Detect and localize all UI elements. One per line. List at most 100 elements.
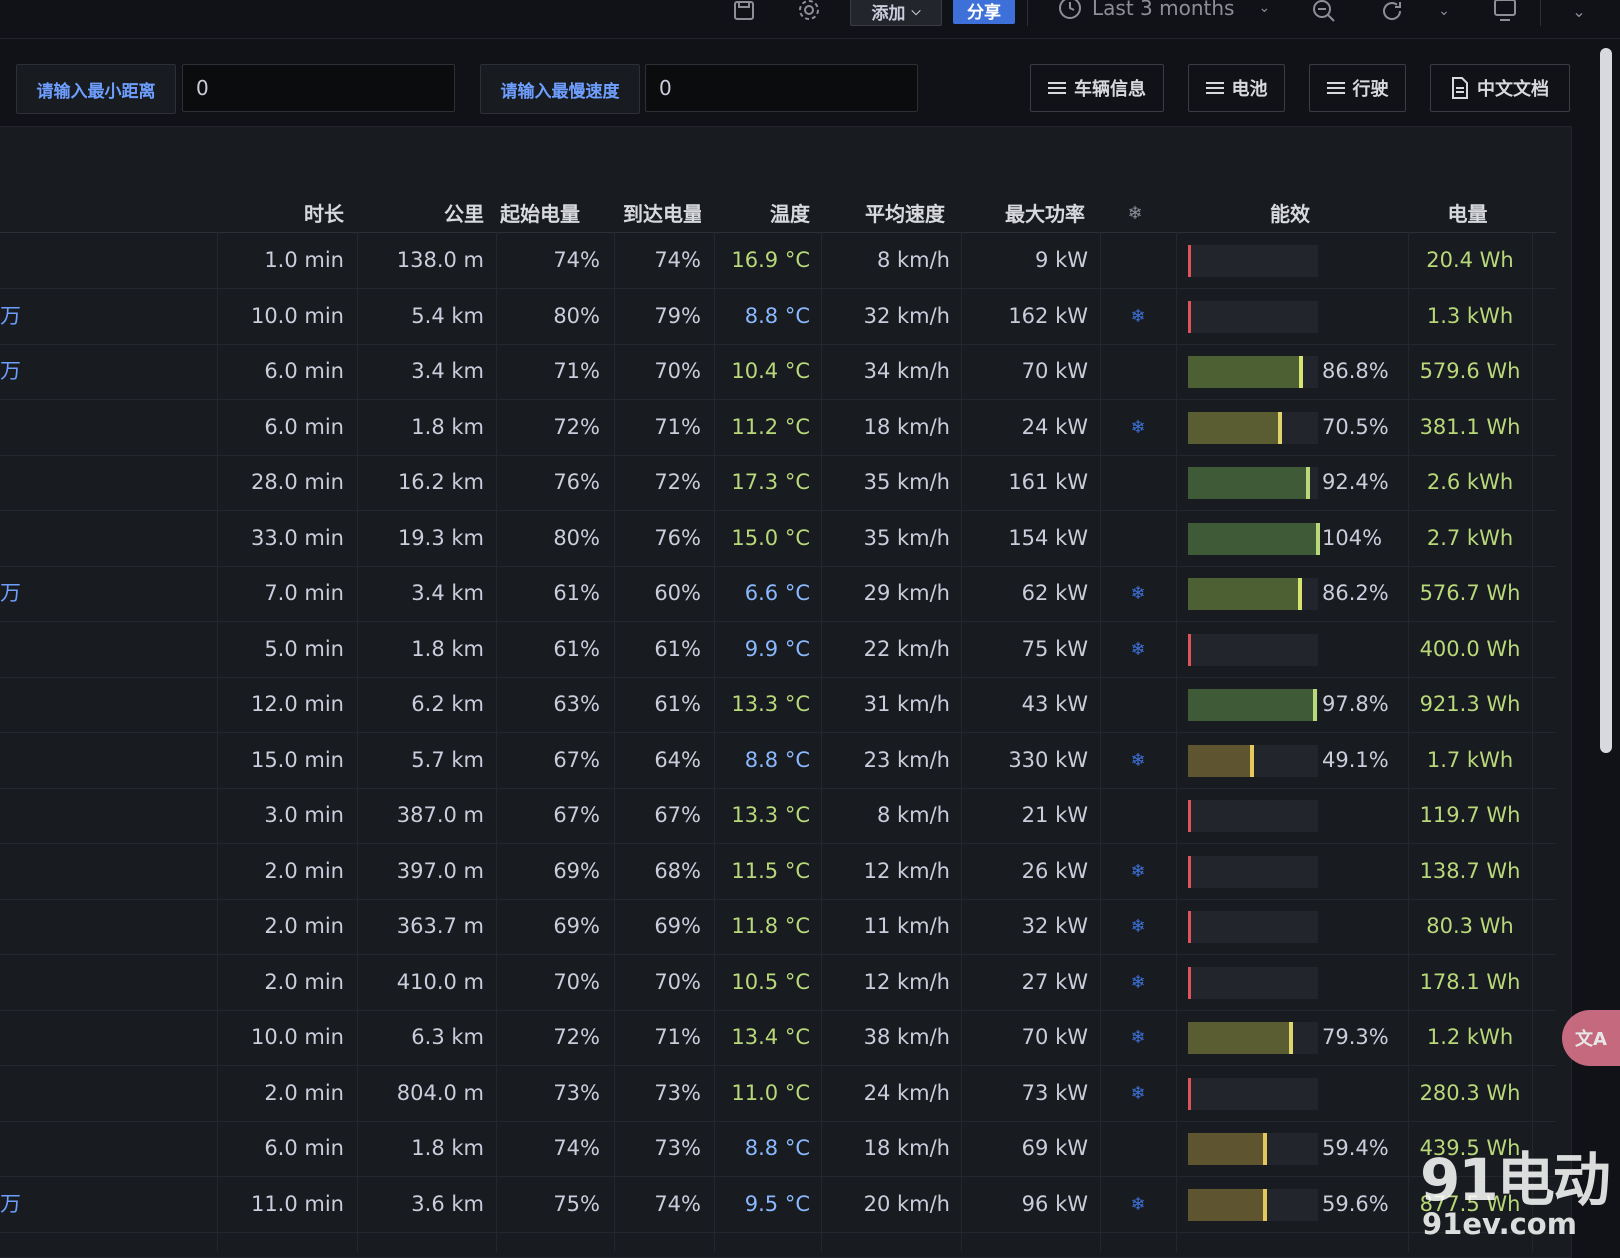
efficiency-gauge-marker [1188, 800, 1191, 832]
battery-link[interactable]: 电池 [1188, 64, 1285, 112]
distance-cell: 6.3 km [411, 1025, 484, 1049]
table-row[interactable]: 15.0 min 5.7 km 67% 64% 8.8 °C 23 km/h 330 kW 1… [0, 733, 1556, 789]
temperature-cell: 17.3 °C [731, 470, 810, 494]
energy-cell: 119.7 Wh [1419, 803, 1521, 827]
header-temperature[interactable]: 温度 [730, 194, 810, 234]
ac-snowflake-icon: ❄ [1130, 583, 1146, 604]
energy-cell: 2.7 kWh [1426, 525, 1514, 550]
drive-link-cell[interactable]: 万 [0, 344, 30, 399]
table-row[interactable]: 万 10.0 min 5.4 km 80% 79% 8.8 °C 32 km/h 162 kW… [0, 289, 1556, 345]
start-soc-cell: 70% [553, 969, 600, 994]
avg-speed-cell: 8 km/h [876, 248, 950, 272]
distance-cell: 3.6 km [411, 1191, 484, 1216]
table-row[interactable]: 万 7.0 min 3.4 km 61% 60% 6.6 °C 29 km/h 62 kW 57… [0, 566, 1556, 622]
avg-speed-cell: 38 km/h [863, 1025, 950, 1049]
table-row[interactable]: 万 11.0 min 3.6 km 75% 74% 9.5 °C 20 km/h 96 kW 8… [0, 1177, 1556, 1233]
temperature-cell: 15.0 °C [731, 525, 810, 550]
time-range-picker[interactable]: Last 3 months ⌄ [1058, 0, 1270, 22]
table-row[interactable]: 6.0 min 1.8 km 74% 73% 8.8 °C 18 km/h 69 kW 439… [0, 1121, 1556, 1177]
vertical-scrollbar[interactable] [1600, 48, 1612, 753]
avg-speed-cell: 18 km/h [863, 1136, 950, 1160]
duration-cell: 11.0 min [250, 1191, 344, 1216]
temperature-cell: 11.5 °C [731, 858, 810, 883]
temperature-cell: 8.8 °C [744, 747, 810, 772]
header-max-power[interactable]: 最大功率 [980, 194, 1085, 234]
drive-link-cell[interactable]: 万 [0, 289, 30, 344]
drive-link-cell[interactable] [0, 511, 30, 566]
vehicle-info-link[interactable]: 车辆信息 [1030, 64, 1164, 112]
translate-icon[interactable]: 文A [1562, 1010, 1620, 1066]
drive-link-cell[interactable] [0, 1066, 30, 1121]
table-row[interactable]: 6.0 min 1.8 km 72% 71% 11.2 °C 18 km/h 24 kW 38… [0, 400, 1556, 456]
start-soc-cell: 72% [553, 1025, 600, 1049]
table-row[interactable]: 2.0 min 410.0 m 70% 70% 10.5 °C 12 km/h 27 kW 1… [0, 955, 1556, 1011]
refresh-icon[interactable] [1378, 0, 1406, 22]
table-row[interactable]: 3.0 min 387.0 m 67% 67% 13.3 °C 8 km/h 21 kW 11… [0, 788, 1556, 844]
min-distance-input[interactable] [182, 64, 455, 112]
settings-gear-icon[interactable] [795, 0, 823, 22]
efficiency-gauge-marker [1278, 411, 1282, 444]
drive-link-cell[interactable] [0, 1121, 30, 1176]
header-end-soc[interactable]: 到达电量 [623, 194, 701, 234]
max-power-cell: 162 kW [1008, 303, 1088, 328]
drive-link-cell[interactable]: 万 [0, 1177, 30, 1232]
avg-speed-cell: 18 km/h [863, 414, 950, 439]
zoom-out-icon[interactable] [1310, 0, 1338, 22]
drive-link-cell[interactable] [0, 400, 30, 455]
drive-link-cell[interactable] [0, 733, 30, 788]
tv-mode-icon[interactable] [1490, 0, 1520, 22]
save-icon[interactable] [730, 0, 758, 22]
drive-link-cell[interactable] [0, 455, 30, 510]
collapse-chevron-icon[interactable]: ⌄ [1566, 0, 1592, 22]
table-row[interactable]: 10.0 min 6.3 km 72% 71% 13.4 °C 38 km/h 70 kW 1… [0, 1010, 1556, 1066]
end-soc-cell: 76% [654, 525, 701, 550]
drive-link-cell[interactable] [0, 677, 30, 732]
drive-link-cell[interactable] [0, 788, 30, 843]
add-panel-button[interactable]: 添加 ⌵ [850, 0, 942, 26]
chinese-docs-link[interactable]: 中文文档 [1430, 64, 1570, 112]
header-ac-snowflake-icon[interactable]: ❄ [1120, 194, 1150, 234]
energy-cell: 579.6 Wh [1419, 359, 1521, 383]
avg-speed-cell: 35 km/h [863, 470, 950, 494]
table-row[interactable]: 5.0 min 1.8 km 61% 61% 9.9 °C 22 km/h 75 kW 400… [0, 622, 1556, 678]
table-row[interactable]: 2.0 min 804.0 m 73% 73% 11.0 °C 24 km/h 73 kW 2… [0, 1066, 1556, 1122]
table-row[interactable]: 33.0 min 19.3 km 80% 76% 15.0 °C 35 km/h 154 k… [0, 511, 1556, 567]
drive-link-cell[interactable] [0, 233, 30, 288]
drive-link-cell[interactable] [0, 955, 30, 1010]
avg-speed-cell: 23 km/h [863, 747, 950, 772]
table-row[interactable]: 12.0 min 6.2 km 63% 61% 13.3 °C 31 km/h 43 kW 9… [0, 677, 1556, 733]
header-start-soc[interactable]: 起始电量 [500, 194, 600, 234]
efficiency-gauge-marker [1188, 300, 1191, 333]
min-speed-input[interactable] [645, 64, 918, 112]
drive-link-cell[interactable] [0, 899, 30, 954]
drive-link-cell[interactable] [0, 622, 30, 677]
duration-cell: 1.0 min [264, 248, 344, 272]
duration-cell: 10.0 min [250, 1025, 344, 1049]
refresh-interval-chevron-icon[interactable]: ⌄ [1434, 0, 1454, 22]
driving-link[interactable]: 行驶 [1309, 64, 1406, 112]
table-row[interactable]: 万 6.0 min 3.4 km 71% 70% 10.4 °C 34 km/h 70 kW 5… [0, 344, 1556, 400]
drive-link-cell[interactable] [0, 1010, 30, 1065]
share-label: 分享 [967, 2, 1001, 23]
header-distance[interactable]: 公里 [380, 194, 484, 234]
chevron-down-icon: ⌄ [1258, 0, 1271, 16]
drive-link-cell[interactable]: 万 [0, 566, 30, 621]
table-row[interactable]: 2.0 min 397.0 m 69% 68% 11.5 °C 12 km/h 26 kW 1… [0, 844, 1556, 900]
end-soc-cell: 68% [654, 858, 701, 883]
chinese-docs-label: 中文文档 [1477, 79, 1549, 100]
header-energy[interactable]: 电量 [1420, 194, 1515, 234]
efficiency-gauge-fill [1188, 1188, 1265, 1221]
share-button[interactable]: 分享 [953, 0, 1015, 24]
drive-link-cell[interactable] [0, 844, 30, 899]
table-row[interactable]: 2.0 min 363.7 m 69% 69% 11.8 °C 11 km/h 32 kW 8… [0, 899, 1556, 955]
header-efficiency[interactable]: 能效 [1250, 194, 1330, 234]
header-duration[interactable]: 时长 [240, 194, 344, 234]
table-row[interactable]: 28.0 min 16.2 km 76% 72% 17.3 °C 35 km/h 161 k… [0, 455, 1556, 511]
max-power-cell: 69 kW [1021, 1136, 1088, 1160]
efficiency-value: 97.8% [1322, 692, 1389, 716]
header-avg-speed[interactable]: 平均速度 [840, 194, 945, 234]
start-soc-cell: 67% [553, 747, 600, 772]
efficiency-gauge-fill [1188, 1022, 1291, 1054]
start-soc-cell: 72% [553, 414, 600, 439]
table-row[interactable]: 1.0 min 138.0 m 74% 74% 16.9 °C 8 km/h 9 kW 20.… [0, 233, 1556, 289]
